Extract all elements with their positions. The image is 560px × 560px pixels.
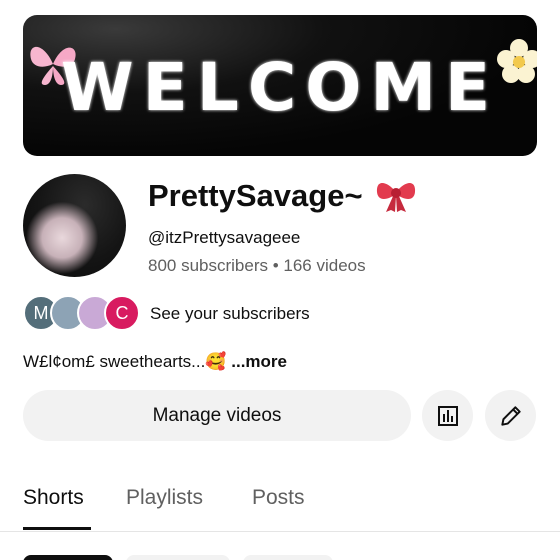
channel-description[interactable]: W£l¢om£ sweethearts...🥰 ...more	[23, 352, 287, 372]
subscriber-avatars[interactable]: M C	[23, 295, 143, 331]
channel-tabs: Shorts Playlists Posts	[0, 470, 560, 532]
active-tab-indicator	[23, 527, 91, 530]
banner-text: WELCOME	[60, 49, 500, 126]
channel-handle: @itzPrettysavageee	[148, 228, 301, 247]
flower-icon	[497, 39, 537, 83]
channel-stats: 800 subscribers • 166 videos	[148, 256, 366, 275]
tab-shorts[interactable]: Shorts	[23, 486, 84, 510]
analytics-icon	[437, 405, 458, 426]
filter-chip[interactable]	[23, 555, 113, 560]
description-text: W£l¢om£ sweethearts...🥰	[23, 352, 232, 371]
manage-videos-button[interactable]: Manage videos	[23, 390, 411, 441]
bow-icon	[376, 183, 416, 212]
channel-name: PrettySavage~	[148, 178, 363, 213]
subscriber-avatar: C	[104, 295, 140, 331]
filter-chip[interactable]	[243, 555, 333, 560]
more-link[interactable]: ...more	[231, 352, 287, 371]
edit-channel-button[interactable]	[485, 390, 536, 441]
channel-banner: WELCOME	[23, 15, 537, 156]
filter-chip[interactable]	[126, 555, 230, 560]
analytics-button[interactable]	[422, 390, 473, 441]
pencil-icon	[500, 405, 521, 426]
tab-posts[interactable]: Posts	[252, 486, 305, 510]
see-subscribers-link[interactable]: See your subscribers	[150, 304, 310, 324]
tab-playlists[interactable]: Playlists	[126, 486, 203, 510]
channel-avatar[interactable]	[23, 174, 126, 277]
